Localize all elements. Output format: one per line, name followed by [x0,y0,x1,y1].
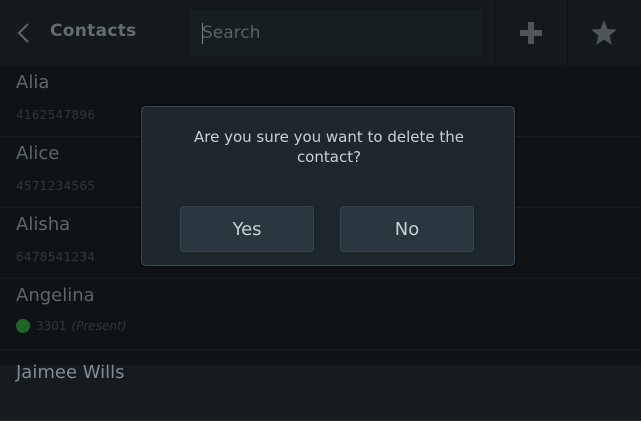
confirm-delete-dialog: Are you sure you want to delete the cont… [141,106,515,266]
contact-name: Jaimee Wills [16,362,125,383]
no-button[interactable]: No [340,206,474,252]
yes-button[interactable]: Yes [180,206,314,252]
dialog-message: Are you sure you want to delete the cont… [194,128,464,166]
